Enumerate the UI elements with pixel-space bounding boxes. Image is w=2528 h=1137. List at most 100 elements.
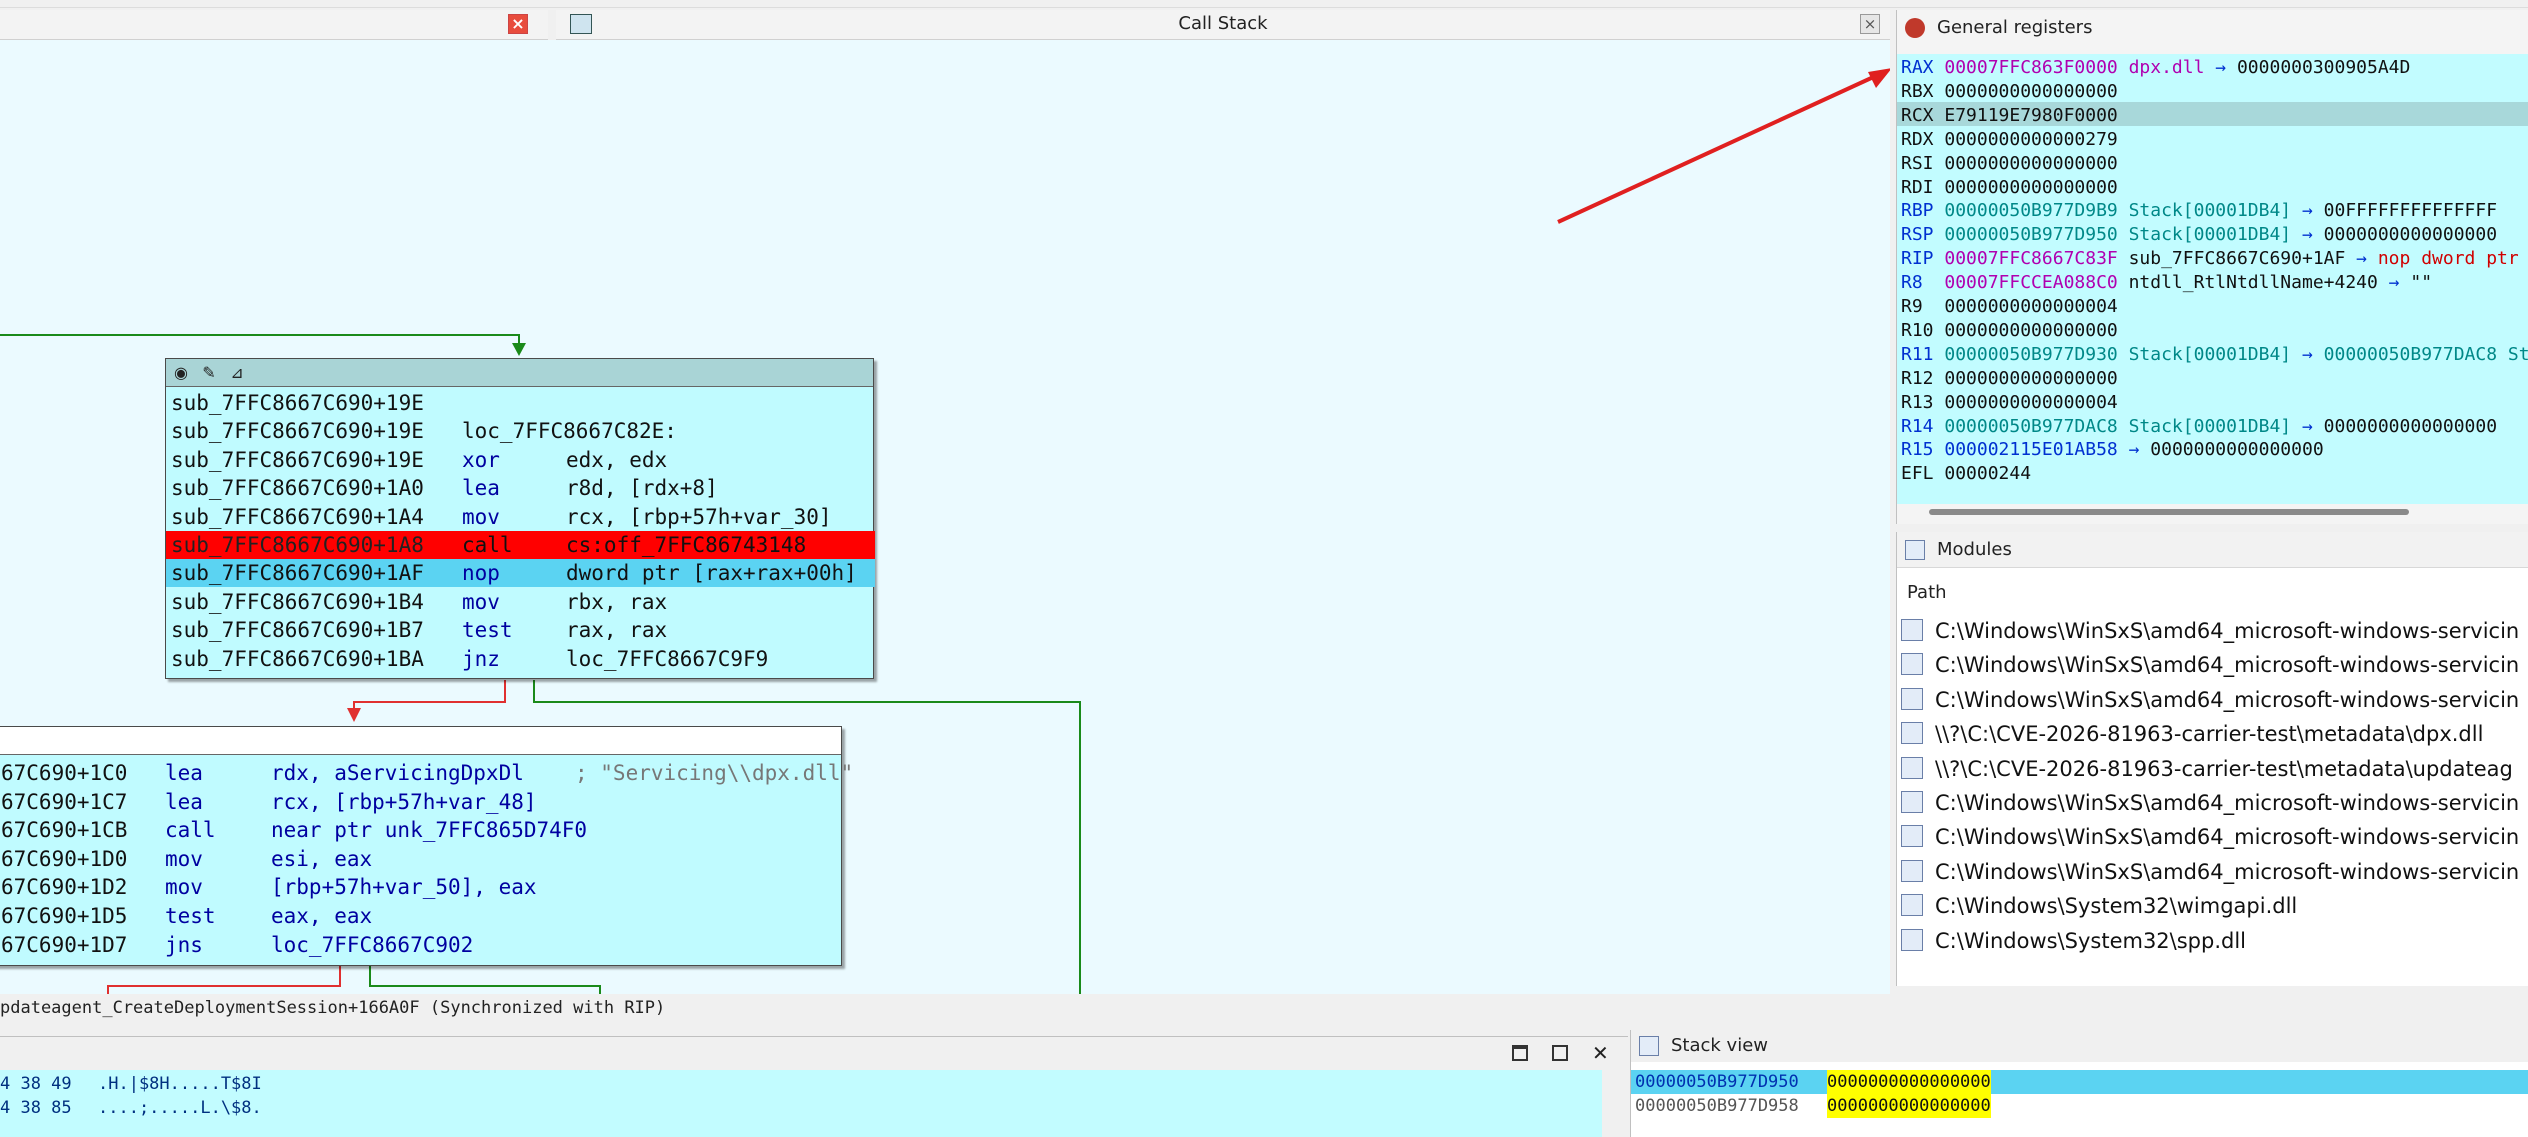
register-target: nop dword ptr [ xyxy=(2377,248,2528,270)
asm-row[interactable]: sub_7FFC8667C690+1A0 lea r8d, [rdx+8] xyxy=(166,474,875,502)
asm-row[interactable]: sub_7FFC8667C690+1AF nop dword ptr [rax+ra… xyxy=(166,559,875,588)
module-row[interactable]: C:\Windows\WinSxS\amd64_microsoft-window… xyxy=(1901,786,2519,820)
asm-row[interactable]: sub_7FFC8667C690+1A4 mov rcx, [rbp+57h+var… xyxy=(166,503,875,531)
asm-row[interactable]: sub_7FFC8667C690+1A8 call cs:off_7FFC86743… xyxy=(166,531,875,559)
module-row[interactable]: C:\Windows\WinSxS\amd64_microsoft-window… xyxy=(1901,614,2519,648)
register-row[interactable]: R13 0000000000000004 xyxy=(1901,391,2118,415)
module-icon xyxy=(1901,928,1923,951)
graph-icon[interactable]: ⊿ xyxy=(226,362,248,384)
close-icon[interactable]: × xyxy=(508,14,528,34)
color-icon[interactable]: ◉ xyxy=(170,362,192,384)
asm-row[interactable]: sub_7FFC8667C690+1B7 test rax, rax xyxy=(166,616,875,644)
asm-mnemonic: mov xyxy=(165,875,203,900)
asm-row[interactable]: sub_7FFC8667C690+19E xor edx, edx xyxy=(166,446,875,474)
pointer-arrow: → xyxy=(2377,272,2411,294)
stack-row[interactable]: 00000050B977D958 0000000000000000 xyxy=(1631,1094,2528,1118)
module-row[interactable]: C:\Windows\WinSxS\amd64_microsoft-window… xyxy=(1901,820,2519,854)
register-row[interactable]: R11 00000050B977D930 Stack[00001DB4] → 0… xyxy=(1901,343,2528,367)
register-row[interactable]: RBX 0000000000000000 xyxy=(1901,80,2118,104)
bug-icon xyxy=(1905,18,1925,38)
graph-view[interactable]: ◉ ✎ ⊿ sub_7FFC8667C690+19E sub_7FFC8667C6… xyxy=(0,40,1890,994)
register-row[interactable]: RIP 00007FFC8667C83F sub_7FFC8667C690+1A… xyxy=(1901,247,2528,271)
register-row[interactable]: RDI 0000000000000000 xyxy=(1901,176,2118,200)
module-row[interactable]: \\?\C:\CVE-2026-81963-carrier-test\metad… xyxy=(1901,752,2513,786)
path-column-header[interactable]: Path xyxy=(1907,582,1947,603)
annotation-arrow xyxy=(1557,72,1881,224)
asm-operand: rcx, [rbp+57h+var_30] xyxy=(566,504,832,529)
module-path: C:\Windows\WinSxS\amd64_microsoft-window… xyxy=(1935,859,2520,884)
restore-icon[interactable] xyxy=(1552,1045,1568,1061)
module-row[interactable]: C:\Windows\System32\spp.dll xyxy=(1901,924,2246,958)
module-row[interactable]: \\?\C:\CVE-2026-81963-carrier-test\metad… xyxy=(1901,717,2483,751)
stack-row[interactable]: 00000050B977D950 0000000000000000 xyxy=(1631,1070,2528,1094)
asm-operand: loc_7FFC8667C902 xyxy=(271,932,474,957)
register-symbol: Stack[00001DB4] xyxy=(2117,415,2292,437)
module-row[interactable]: C:\Windows\WinSxS\amd64_microsoft-window… xyxy=(1901,648,2519,682)
asm-address: sub_7FFC8667C690+1A0 xyxy=(171,476,424,501)
module-icon xyxy=(1901,722,1923,745)
horizontal-scrollbar[interactable] xyxy=(1897,506,2528,520)
register-row[interactable]: RSP 00000050B977D950 Stack[00001DB4] → 0… xyxy=(1901,223,2497,247)
asm-row[interactable]: 67C690+1C0 lea rdx, aServicingDpxDl ; "Serv… xyxy=(0,759,853,787)
module-row[interactable]: C:\Windows\WinSxS\amd64_microsoft-window… xyxy=(1901,683,2519,717)
module-row[interactable]: C:\Windows\WinSxS\amd64_microsoft-window… xyxy=(1901,855,2519,889)
asm-mnemonic: mov xyxy=(165,846,203,871)
scrollbar-thumb[interactable] xyxy=(1929,509,2409,515)
asm-row[interactable]: sub_7FFC8667C690+1B4 mov rbx, rax xyxy=(166,588,875,616)
module-icon xyxy=(1901,653,1923,676)
code-block-2[interactable]: 67C690+1C0 lea rdx, aServicingDpxDl ; "Serv… xyxy=(0,726,853,966)
asm-mnemonic: nop xyxy=(462,561,500,586)
asm-address: sub_7FFC8667C690+19E xyxy=(171,447,424,472)
asm-operand: esi, eax xyxy=(271,846,373,871)
module-row[interactable]: C:\Windows\System32\wimgapi.dll xyxy=(1901,889,2297,923)
asm-address: 67C690+1D7 xyxy=(1,932,128,957)
close-icon[interactable]: ✕ xyxy=(1592,1041,1609,1065)
register-row[interactable]: R8 00007FFCCEA088C0 ntdll_RtlNtdllName+4… xyxy=(1901,271,2432,295)
asm-address: sub_7FFC8667C690+1B4 xyxy=(171,589,424,614)
asm-row[interactable]: 67C690+1CB call near ptr unk_7FFC865D74F0 xyxy=(0,816,843,844)
register-row[interactable]: R10 0000000000000000 xyxy=(1901,319,2118,343)
register-row[interactable]: R12 0000000000000000 xyxy=(1901,367,2118,391)
register-row[interactable]: RSI 0000000000000000 xyxy=(1901,152,2118,176)
module-path: C:\Windows\System32\wimgapi.dll xyxy=(1935,894,2298,919)
register-value: 0000000000000000 xyxy=(1944,319,2118,341)
code-block-1[interactable]: ◉ ✎ ⊿ sub_7FFC8667C690+19E sub_7FFC8667C6… xyxy=(165,358,875,679)
register-value: 00000050B977DAC8 xyxy=(1944,415,2118,437)
register-row[interactable]: EFL 00000244 xyxy=(1901,462,2031,486)
register-value: 0000000000000000 xyxy=(1944,80,2118,102)
register-row[interactable]: RBP 00000050B977D9B9 Stack[00001DB4] → 0… xyxy=(1901,199,2497,223)
register-name: RSI xyxy=(1901,152,1945,174)
asm-row[interactable]: 67C690+1D2 mov [rbp+57h+var_50], eax xyxy=(0,873,843,901)
callstack-tab-bar[interactable]: Call Stack × xyxy=(556,10,1890,40)
asm-row[interactable]: 67C690+1C7 lea rcx, [rbp+57h+var_48] xyxy=(0,788,843,816)
asm-row[interactable]: sub_7FFC8667C690+19E xyxy=(166,389,875,417)
asm-row[interactable]: sub_7FFC8667C690+19E loc_7FFC8667C82E: xyxy=(166,417,875,445)
hex-view[interactable]: 4 38 49 .H.|$8H.....T$8I 4 38 85....;.....… xyxy=(0,1070,1602,1137)
asm-row[interactable]: sub_7FFC8667C690+1BA jnz loc_7FFC8667C9F9 xyxy=(166,645,875,673)
asm-operand: rcx, [rbp+57h+var_48] xyxy=(271,789,537,814)
asm-row[interactable]: 67C690+1D5 test eax, eax xyxy=(0,902,843,930)
register-row[interactable]: RDX 0000000000000279 xyxy=(1901,128,2118,152)
register-row[interactable]: R9 0000000000000004 xyxy=(1901,295,2118,319)
register-value: 00007FFC8667C83F xyxy=(1944,248,2118,270)
modules-list[interactable]: C:\Windows\WinSxS\amd64_microsoft-window… xyxy=(1897,614,2528,986)
registers-list[interactable]: RAX 00007FFC863F0000 dpx.dll → 000000030… xyxy=(1897,54,2528,504)
maximize-icon[interactable] xyxy=(1512,1045,1528,1061)
asm-operand: near ptr unk_7FFC865D74F0 xyxy=(271,818,588,843)
module-icon xyxy=(1901,791,1923,813)
register-row[interactable]: R15 000002115E01AB58 → 0000000000000000 xyxy=(1901,438,2324,462)
asm-address: 67C690+1D2 xyxy=(1,875,128,900)
module-path: C:\Windows\WinSxS\amd64_microsoft-window… xyxy=(1935,825,2520,850)
register-name: R13 xyxy=(1901,391,1945,413)
register-row[interactable]: RAX 00007FFC863F0000 dpx.dll → 000000030… xyxy=(1901,56,2410,80)
register-row[interactable]: RCX E79119E7980F0000 xyxy=(1901,104,2118,128)
asm-address: sub_7FFC8667C690+19E xyxy=(171,419,424,444)
asm-row[interactable]: 67C690+1D0 mov esi, eax xyxy=(0,845,843,873)
asm-row[interactable]: 67C690+1D7 jns loc_7FFC8667C902 xyxy=(0,931,843,959)
rename-icon[interactable]: ✎ xyxy=(198,362,220,384)
register-row[interactable]: R14 00000050B977DAC8 Stack[00001DB4] → 0… xyxy=(1901,415,2497,439)
stack-rows[interactable]: 00000050B977D950 0000000000000000 00000050… xyxy=(1631,1070,2528,1137)
asm-mnemonic: lea xyxy=(165,789,203,814)
modules-header: Modules xyxy=(1897,532,2528,568)
close-icon[interactable]: × xyxy=(1860,14,1880,34)
